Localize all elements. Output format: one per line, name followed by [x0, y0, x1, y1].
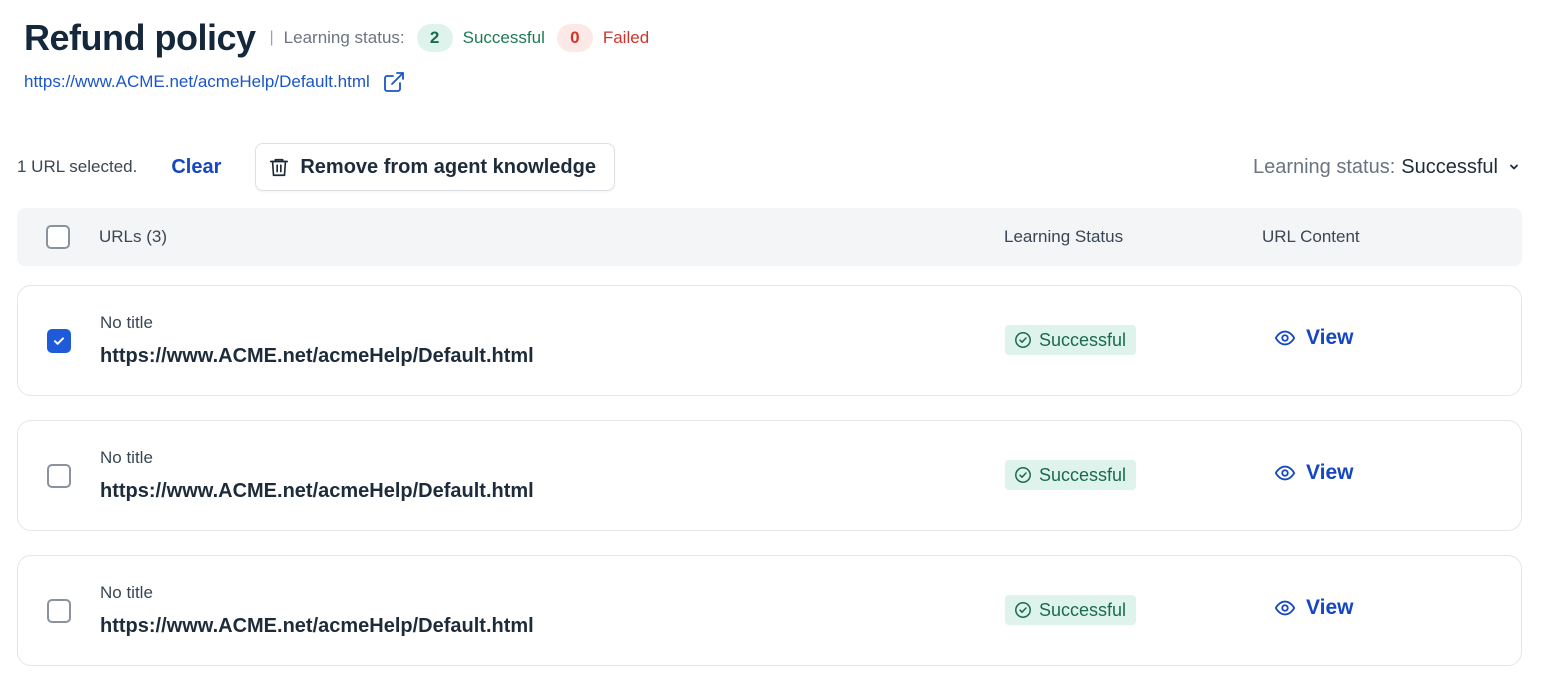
failed-count-label: Failed: [602, 28, 650, 47]
page-header: Refund policy | Learning status: 2 Succe…: [24, 16, 1520, 94]
title-row: Refund policy | Learning status: 2 Succe…: [24, 16, 1520, 60]
row-url: https://www.ACME.net/acmeHelp/Default.ht…: [100, 615, 534, 637]
learning-status-filter[interactable]: Learning status: Successful: [1253, 156, 1520, 179]
table-row: No title https://www.ACME.net/acmeHelp/D…: [17, 420, 1522, 531]
column-header-urls: URLs (3): [99, 227, 168, 246]
view-button[interactable]: View: [1274, 326, 1353, 350]
successful-count-label: Successful: [462, 28, 545, 47]
filter-value: Successful: [1401, 155, 1498, 178]
status-badge: Successful: [1005, 460, 1137, 490]
row-url: https://www.ACME.net/acmeHelp/Default.ht…: [100, 480, 534, 502]
row-title: No title: [100, 448, 153, 467]
status-text: Successful: [1039, 464, 1127, 485]
view-label: View: [1306, 461, 1354, 484]
checkmark-icon: [54, 337, 64, 345]
table-row: No title https://www.ACME.net/acmeHelp/D…: [17, 555, 1522, 666]
row-checkbox[interactable]: [47, 464, 71, 488]
row-title: No title: [100, 583, 153, 602]
row-url: https://www.ACME.net/acmeHelp/Default.ht…: [100, 345, 534, 367]
eye-icon: [1274, 465, 1296, 481]
selection-count-text: 1 URL selected.: [17, 157, 138, 176]
view-button[interactable]: View: [1274, 461, 1353, 485]
table-header: URLs (3) Learning Status URL Content: [17, 208, 1522, 266]
trash-icon: [270, 158, 289, 177]
select-all-checkbox[interactable]: [46, 225, 70, 249]
check-circle-icon: [1015, 467, 1031, 483]
eye-icon: [1274, 330, 1296, 346]
chevron-down-icon: [1510, 164, 1518, 170]
check-circle-icon: [1015, 602, 1031, 618]
external-link-icon[interactable]: [382, 70, 406, 94]
row-checkbox[interactable]: [47, 599, 71, 623]
table-row: No title https://www.ACME.net/acmeHelp/D…: [17, 285, 1522, 396]
remove-button-label: Remove from agent knowledge: [300, 155, 596, 178]
status-text: Successful: [1039, 329, 1127, 350]
source-url[interactable]: https://www.ACME.net/acmeHelp/Default.ht…: [24, 72, 370, 92]
status-badge: Successful: [1005, 595, 1137, 625]
column-header-learning-status: Learning Status: [1004, 227, 1124, 246]
row-checkbox[interactable]: [47, 329, 71, 353]
check-circle-icon: [1015, 332, 1031, 348]
clear-selection-button[interactable]: Clear: [171, 156, 221, 179]
view-label: View: [1306, 326, 1354, 349]
learning-status-label: Learning status:: [283, 28, 405, 47]
failed-count-badge: 0: [556, 24, 593, 52]
successful-count-badge: 2: [416, 24, 453, 52]
status-badge: Successful: [1005, 325, 1137, 355]
eye-icon: [1274, 600, 1296, 616]
column-header-url-content: URL Content: [1262, 227, 1360, 246]
selection-toolbar: 1 URL selected. Clear Remove from agent …: [17, 143, 1520, 191]
view-label: View: [1306, 596, 1354, 619]
page-title: Refund policy: [24, 17, 256, 58]
title-separator: |: [269, 29, 274, 46]
remove-from-knowledge-button[interactable]: Remove from agent knowledge: [255, 143, 615, 191]
row-title: No title: [100, 313, 153, 332]
status-text: Successful: [1039, 599, 1127, 620]
filter-label: Learning status:: [1252, 155, 1396, 178]
source-url-link[interactable]: https://www.ACME.net/acmeHelp/Default.ht…: [24, 70, 1520, 94]
view-button[interactable]: View: [1274, 596, 1353, 620]
